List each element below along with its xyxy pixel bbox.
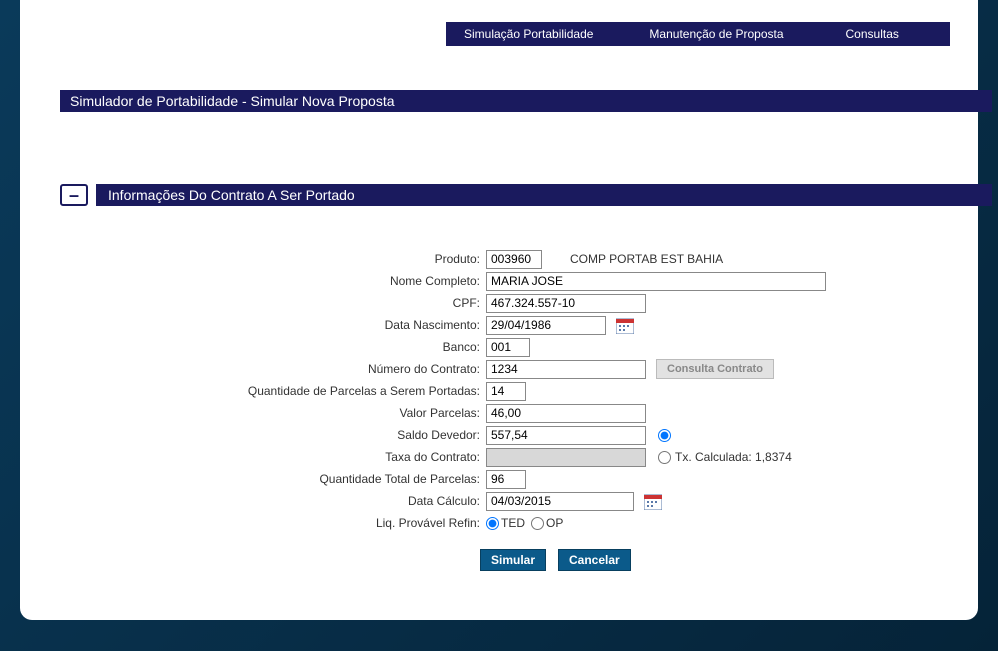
menu-simulacao[interactable]: Simulação Portabilidade: [446, 27, 611, 41]
input-num-contrato[interactable]: [486, 360, 646, 379]
label-liq-provavel: Liq. Provável Refin:: [60, 516, 486, 530]
input-saldo-devedor[interactable]: [486, 426, 646, 445]
form-area: Produto: COMP PORTAB EST BAHIA Nome Comp…: [60, 248, 960, 534]
action-buttons: Simular Cancelar: [480, 549, 631, 571]
label-data-calculo: Data Cálculo:: [60, 494, 486, 508]
content-panel: Simulação Portabilidade Manutenção de Pr…: [20, 0, 978, 620]
radio-op-wrap[interactable]: OP: [531, 516, 563, 530]
radio-saldo-devedor[interactable]: [658, 429, 671, 442]
input-produto[interactable]: [486, 250, 542, 269]
radio-op-label: OP: [546, 516, 563, 530]
label-data-nasc: Data Nascimento:: [60, 318, 486, 332]
input-qtd-parc-portadas[interactable]: [486, 382, 526, 401]
tx-calculada-label: Tx. Calculada: 1,8374: [675, 450, 792, 464]
app-frame: Simulação Portabilidade Manutenção de Pr…: [0, 0, 998, 651]
label-banco: Banco:: [60, 340, 486, 354]
radio-saldo-devedor-option[interactable]: [658, 429, 675, 442]
radio-op[interactable]: [531, 517, 544, 530]
label-valor-parcelas: Valor Parcelas:: [60, 406, 486, 420]
page-title: Simulador de Portabilidade - Simular Nov…: [60, 90, 992, 112]
consulta-contrato-button[interactable]: Consulta Contrato: [656, 359, 774, 379]
section-header: – Informações Do Contrato A Ser Portado: [60, 183, 992, 207]
label-taxa-contrato: Taxa do Contrato:: [60, 450, 486, 464]
label-qtd-parc-portadas: Quantidade de Parcelas a Serem Portadas:: [60, 384, 486, 398]
cancelar-button[interactable]: Cancelar: [558, 549, 631, 571]
liq-refin-group: TED OP: [486, 516, 569, 530]
menu-consultas[interactable]: Consultas: [828, 27, 917, 41]
radio-ted[interactable]: [486, 517, 499, 530]
input-banco[interactable]: [486, 338, 530, 357]
produto-desc: COMP PORTAB EST BAHIA: [570, 252, 723, 266]
label-nome: Nome Completo:: [60, 274, 486, 288]
input-taxa-contrato: [486, 448, 646, 467]
section-title: Informações Do Contrato A Ser Portado: [96, 184, 992, 206]
radio-ted-label: TED: [501, 516, 525, 530]
label-produto: Produto:: [60, 252, 486, 266]
radio-tx-calculada-wrap[interactable]: Tx. Calculada: 1,8374: [658, 450, 792, 464]
label-saldo-devedor: Saldo Devedor:: [60, 428, 486, 442]
input-valor-parcelas[interactable]: [486, 404, 646, 423]
input-qtd-total-parcelas[interactable]: [486, 470, 526, 489]
input-data-calculo[interactable]: [486, 492, 634, 511]
label-cpf: CPF:: [60, 296, 486, 310]
input-cpf[interactable]: [486, 294, 646, 313]
radio-ted-wrap[interactable]: TED: [486, 516, 525, 530]
simular-button[interactable]: Simular: [480, 549, 546, 571]
input-data-nasc[interactable]: [486, 316, 606, 335]
calendar-icon[interactable]: [644, 493, 662, 510]
radio-tx-calculada[interactable]: [658, 451, 671, 464]
menu-manutencao[interactable]: Manutenção de Proposta: [631, 27, 801, 41]
label-qtd-total-parcelas: Quantidade Total de Parcelas:: [60, 472, 486, 486]
collapse-toggle[interactable]: –: [60, 184, 88, 206]
input-nome[interactable]: [486, 272, 826, 291]
calendar-icon[interactable]: [616, 317, 634, 334]
label-num-contrato: Número do Contrato:: [60, 362, 486, 376]
top-menu: Simulação Portabilidade Manutenção de Pr…: [446, 22, 950, 46]
